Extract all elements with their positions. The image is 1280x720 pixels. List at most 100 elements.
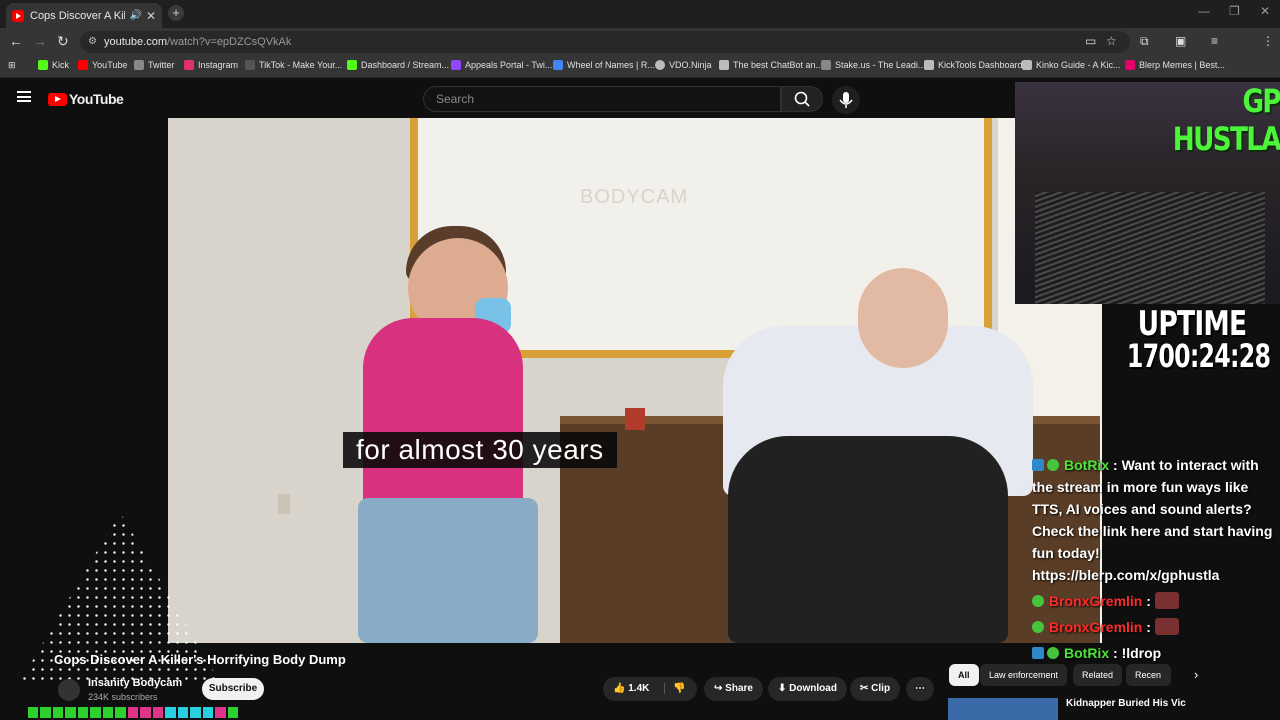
- bookmark-kicktools[interactable]: KickTools Dashboard: [924, 60, 1023, 70]
- video-scene-outlet: [278, 494, 290, 514]
- sidebar-icon[interactable]: ▣: [1175, 34, 1186, 48]
- url-field[interactable]: ⚙ youtube.com/watch?v=epDZCsQVkAk: [80, 31, 1130, 53]
- browser-tab[interactable]: Cops Discover A Killer's Horrifying Body…: [6, 3, 162, 28]
- verified-icon: [1047, 647, 1059, 659]
- download-button[interactable]: ⬇ Download: [768, 677, 847, 701]
- like-button[interactable]: 👍 1.4K: [613, 683, 649, 694]
- bookmark-youtube[interactable]: YouTube: [78, 60, 127, 70]
- stake-icon: [821, 60, 831, 70]
- youtube-logo[interactable]: YouTube: [48, 91, 124, 107]
- bookmark-star-icon[interactable]: ☆: [1106, 34, 1117, 48]
- overlay-progress-strip: [28, 707, 238, 718]
- speaker-icon[interactable]: 🔊: [129, 10, 141, 21]
- video-scene-cup: [625, 408, 645, 430]
- forward-icon[interactable]: →: [33, 33, 47, 49]
- progress-cell: [40, 707, 51, 718]
- subscribe-button[interactable]: Subscribe: [202, 678, 264, 700]
- more-actions-button[interactable]: ⋯: [906, 677, 934, 701]
- url-path: /watch?v=epDZCsQVkAk: [166, 36, 292, 48]
- site-info-icon[interactable]: ⚙: [88, 31, 97, 53]
- chip-law-enforcement[interactable]: Law enforcement: [980, 664, 1068, 686]
- kicktools-icon: [924, 60, 934, 70]
- like-count: 1.4K: [628, 683, 650, 694]
- thumbs-up-icon: 👍: [613, 683, 626, 694]
- chat-text: Want to interact with the stream in more…: [1032, 457, 1273, 583]
- bookmark-tiktok[interactable]: TikTok - Make Your...: [245, 60, 342, 70]
- progress-cell: [90, 707, 101, 718]
- progress-cell: [215, 707, 226, 718]
- channel-name[interactable]: Insanity Bodycam: [88, 677, 182, 689]
- maximize-icon[interactable]: ❐: [1229, 4, 1240, 18]
- bookmark-twitter[interactable]: Twitter: [134, 60, 175, 70]
- new-tab-button[interactable]: +: [168, 5, 184, 21]
- kick-icon: [38, 60, 48, 70]
- bot-badge-icon: [1032, 459, 1044, 471]
- channel-avatar[interactable]: [58, 679, 80, 701]
- search-input[interactable]: Search: [423, 86, 781, 112]
- youtube-favicon-icon: [12, 9, 24, 22]
- chip-recent[interactable]: Recen: [1126, 664, 1171, 686]
- back-icon[interactable]: ←: [9, 33, 23, 49]
- hamburger-menu-icon[interactable]: [17, 91, 31, 102]
- video-title: Cops Discover A Killer's Horrifying Body…: [54, 652, 346, 667]
- vdo-ninja-icon: [655, 60, 665, 70]
- progress-cell: [102, 707, 114, 718]
- youtube-play-icon: [48, 92, 67, 106]
- reload-icon[interactable]: ↻: [57, 33, 69, 50]
- video-player[interactable]: BODYCAM: [168, 118, 1102, 643]
- blerp-icon: [1125, 60, 1135, 70]
- youtube-logo-text: YouTube: [69, 91, 124, 107]
- progress-cell: [202, 707, 214, 718]
- kinko-icon: [1022, 60, 1032, 70]
- like-dislike-group: 👍 1.4K 👎: [603, 677, 697, 701]
- voice-search-button[interactable]: [832, 86, 860, 114]
- progress-cell: [140, 707, 151, 718]
- bookmark-chatbot[interactable]: The best ChatBot an...: [719, 60, 823, 70]
- search-button[interactable]: [781, 86, 823, 112]
- bookmark-vdo-ninja[interactable]: VDO.Ninja: [655, 60, 712, 70]
- progress-cell: [190, 707, 201, 718]
- bookmark-dashboard[interactable]: Dashboard / Stream...: [347, 60, 449, 70]
- bookmark-blerp[interactable]: Blerp Memes | Best...: [1125, 60, 1225, 70]
- extensions-icon[interactable]: ⧉: [1140, 34, 1149, 49]
- chip-related[interactable]: Related: [1073, 664, 1123, 686]
- clip-button[interactable]: ✂ Clip: [850, 677, 901, 701]
- chip-all[interactable]: All: [949, 664, 979, 686]
- bookmark-kick[interactable]: Kick: [38, 60, 69, 70]
- bookmark-wheel[interactable]: Wheel of Names | R...: [553, 60, 655, 70]
- bookmark-stake[interactable]: Stake.us - The Leadi...: [821, 60, 925, 70]
- more-horizontal-icon: ⋯: [915, 683, 925, 694]
- subscriber-count: 234K subscribers: [88, 692, 158, 702]
- close-tab-icon[interactable]: ✕: [146, 9, 156, 23]
- browser-tab-strip: Cops Discover A Killer's Horrifying Body…: [0, 0, 1280, 28]
- uptime-label: UPTIME: [1137, 304, 1248, 344]
- share-button[interactable]: ↪ Share: [704, 677, 763, 701]
- uptime-display: UPTIME 1700:24:28: [1104, 304, 1280, 375]
- bot-badge-icon: [1032, 647, 1044, 659]
- chat-overlay: BotRix : Want to interact with the strea…: [1032, 454, 1280, 664]
- dislike-button[interactable]: 👎: [664, 683, 686, 694]
- twitch-icon: [451, 60, 461, 70]
- video-scene-officer-head: [858, 268, 948, 368]
- close-window-icon[interactable]: ✕: [1260, 4, 1270, 18]
- uptime-value: 1700:24:28: [1126, 337, 1271, 375]
- recommended-title[interactable]: Kidnapper Buried His Victim in a Box: [1066, 698, 1186, 709]
- chat-message: BotRix : !ldrop: [1032, 642, 1280, 664]
- apps-grid-icon[interactable]: ⊞: [8, 60, 16, 71]
- bookmarks-bar: ⊞ Kick YouTube Twitter Instagram TikTok …: [0, 56, 1280, 78]
- bookmark-kinko[interactable]: Kinko Guide - A Kic...: [1022, 60, 1121, 70]
- media-icon[interactable]: ≡: [1211, 34, 1218, 48]
- menu-kebab-icon[interactable]: ⋮: [1262, 34, 1274, 48]
- cast-icon[interactable]: ▭: [1085, 34, 1096, 48]
- emote-icon: [1154, 618, 1179, 635]
- bookmark-appeals[interactable]: Appeals Portal - Twi...: [451, 60, 552, 70]
- progress-cell: [28, 707, 39, 718]
- video-scene-woman: [363, 318, 523, 518]
- x-icon: [134, 60, 144, 70]
- chat-username: BronxGremlin: [1049, 593, 1143, 609]
- chat-username: BotRix: [1064, 645, 1110, 661]
- chevron-right-icon[interactable]: ›: [1194, 667, 1198, 682]
- bookmark-instagram[interactable]: Instagram: [184, 60, 238, 70]
- recommended-thumbnail[interactable]: [948, 698, 1058, 720]
- minimize-icon[interactable]: —: [1198, 4, 1210, 18]
